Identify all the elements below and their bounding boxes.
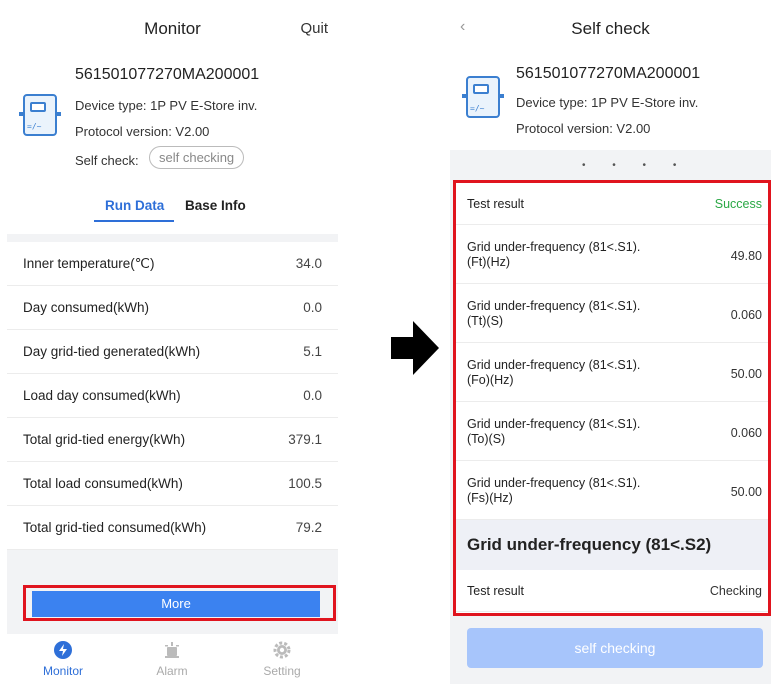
- bottom-nav: Monitor Alarm Setting: [7, 634, 338, 684]
- list-item: Test result Checking: [456, 570, 768, 612]
- self-check-label: Self check:: [75, 153, 139, 168]
- list-item: Grid under-frequency (81<.S1). (Fs)(Hz) 5…: [456, 461, 768, 520]
- device-card: =/~ 561501077270MA200001 Device type: 1P…: [7, 58, 338, 182]
- nav-item-monitor[interactable]: Monitor: [28, 640, 98, 678]
- device-card: =/~ 561501077270MA200001 Device type: 1P…: [450, 58, 771, 150]
- monitor-screen: Monitor Quit =/~ 561501077270MA200001 De…: [7, 0, 338, 684]
- self-check-topbar: ‹ Self check: [450, 0, 771, 58]
- row-value: 49.80: [730, 249, 762, 263]
- list-item: Inner temperature(℃) 34.0: [7, 242, 338, 286]
- section-title: Grid under-frequency (81<.S2): [467, 535, 712, 554]
- row-label: Load day consumed(kWh): [23, 388, 181, 403]
- monitor-icon: [54, 641, 72, 659]
- list-item: Grid under-frequency (81<.S1). (Tt)(S) 0.…: [456, 284, 768, 343]
- list-item: Day grid-tied generated(kWh) 5.1: [7, 330, 338, 374]
- protocol-version: Protocol version: V2.00: [516, 121, 651, 136]
- list-item: Total load consumed(kWh) 100.5: [7, 462, 338, 506]
- row-value: 50.00: [730, 485, 762, 499]
- progress-strip: • • • •: [450, 150, 771, 180]
- list-item: Grid under-frequency (81<.S1). (Fo)(Hz) 5…: [456, 343, 768, 402]
- page-title: Self check: [571, 19, 650, 38]
- nav-label: Alarm: [156, 664, 188, 678]
- list-item: Test result Success: [456, 183, 768, 225]
- row-label: Total load consumed(kWh): [23, 476, 183, 491]
- alarm-icon: [165, 642, 179, 658]
- section-header: Grid under-frequency (81<.S2): [456, 520, 768, 570]
- list-item: Grid under-frequency (81<.S1). (Ft)(Hz) 4…: [456, 225, 768, 284]
- row-label: Total grid-tied energy(kWh): [23, 432, 186, 447]
- row-label: Day grid-tied generated(kWh): [23, 344, 201, 359]
- list-item: Total grid-tied consumed(kWh) 79.2: [7, 506, 338, 550]
- row-label: Total grid-tied consumed(kWh): [23, 520, 207, 535]
- self-check-screen: ‹ Self check =/~ 561501077270MA200001 De…: [450, 0, 771, 684]
- nav-label: Monitor: [42, 664, 83, 678]
- active-tab-indicator: [94, 220, 174, 222]
- row-label: Grid under-frequency (81<.S1). (Fo)(Hz): [467, 358, 641, 387]
- device-serial: 561501077270MA200001: [75, 66, 260, 83]
- data-tabs: Run Data Base Info: [7, 182, 338, 234]
- list-item: Total grid-tied energy(kWh) 379.1: [7, 418, 338, 462]
- protocol-version: Protocol version: V2.00: [75, 124, 210, 139]
- list-item: Day consumed(kWh) 0.0: [7, 286, 338, 330]
- row-label: Grid under-frequency (81<.S1). (Fs)(Hz): [467, 476, 641, 505]
- row-value: 50.00: [730, 367, 762, 381]
- arrow-right-icon: [391, 321, 439, 375]
- tab-base-info[interactable]: Base Info: [185, 198, 246, 213]
- row-value: 0.060: [730, 308, 762, 322]
- row-label: Test result: [467, 584, 524, 598]
- page-title: Monitor: [144, 19, 201, 38]
- nav-item-alarm[interactable]: Alarm: [137, 640, 207, 678]
- row-label: Grid under-frequency (81<.S1). (Ft)(Hz): [467, 240, 641, 269]
- row-value: 0.0: [303, 388, 322, 403]
- status-badge: Success: [714, 197, 762, 211]
- row-value: 100.5: [288, 476, 322, 491]
- more-button[interactable]: More: [32, 591, 320, 617]
- row-label: Inner temperature(℃): [23, 256, 155, 271]
- row-value: 0.060: [730, 426, 762, 440]
- list-item: Load day consumed(kWh) 0.0: [7, 374, 338, 418]
- run-data-list: Inner temperature(℃) 34.0 Day consumed(kW…: [7, 242, 338, 550]
- self-checking-button[interactable]: self checking: [149, 146, 245, 169]
- device-type: Device type: 1P PV E-Store inv.: [516, 95, 699, 110]
- gear-icon: [273, 641, 291, 659]
- row-label: Grid under-frequency (81<.S1). (To)(S): [467, 417, 641, 446]
- inverter-icon: =/~: [19, 94, 61, 136]
- monitor-topbar: Monitor Quit: [7, 0, 338, 58]
- nav-item-setting[interactable]: Setting: [247, 640, 317, 678]
- list-item: Grid under-frequency (81<.S1). (To)(S) 0.…: [456, 402, 768, 461]
- row-value: 0.0: [303, 300, 322, 315]
- quit-button[interactable]: Quit: [300, 20, 328, 37]
- row-value: 379.1: [288, 432, 322, 447]
- row-label: Day consumed(kWh): [23, 300, 150, 315]
- row-value: 34.0: [295, 256, 322, 271]
- device-type: Device type: 1P PV E-Store inv.: [75, 98, 258, 113]
- tab-run-data[interactable]: Run Data: [105, 198, 164, 213]
- status-badge: Checking: [709, 584, 762, 598]
- row-value: 5.1: [303, 344, 322, 359]
- row-label: Grid under-frequency (81<.S1). (Tt)(S): [467, 299, 641, 328]
- device-serial: 561501077270MA200001: [516, 65, 701, 82]
- row-label: Test result: [467, 197, 524, 211]
- more-highlight-box: More: [23, 585, 336, 621]
- self-checking-button[interactable]: self checking: [467, 628, 763, 668]
- inverter-icon: =/~: [462, 76, 504, 118]
- self-check-results: Test result Success Grid under-frequency …: [453, 180, 771, 616]
- row-value: 79.2: [295, 520, 322, 535]
- loading-dots: • • • •: [582, 160, 689, 171]
- nav-label: Setting: [263, 664, 301, 678]
